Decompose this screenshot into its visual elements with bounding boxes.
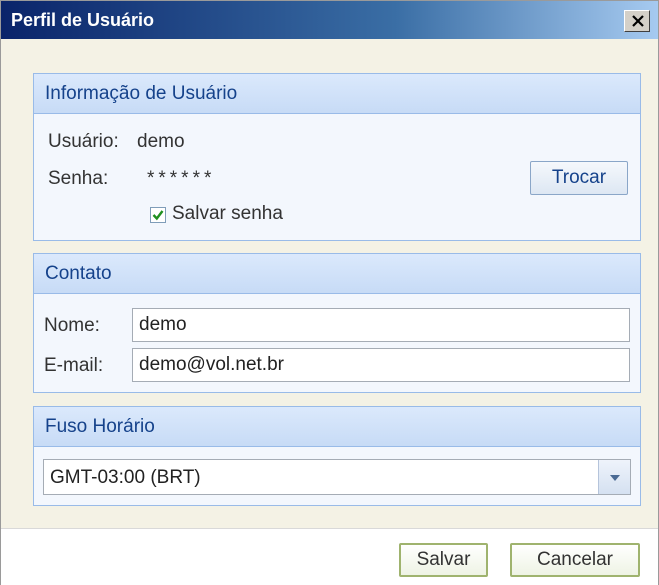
timezone-select[interactable]: GMT-03:00 (BRT) (43, 459, 631, 495)
user-label: Usuário: (48, 131, 119, 152)
dialog-footer: Salvar Cancelar (1, 528, 658, 585)
timezone-selected-value: GMT-03:00 (BRT) (50, 467, 201, 488)
save-password-label[interactable]: Salvar senha (172, 203, 283, 225)
timezone-panel: Fuso Horário GMT-03:00 (BRT) (33, 406, 641, 506)
window-title: Perfil de Usuário (11, 10, 155, 30)
chevron-down-icon (610, 475, 620, 481)
change-password-button[interactable]: Trocar (530, 161, 628, 195)
save-button[interactable]: Salvar (399, 543, 488, 577)
name-label: Nome: (44, 315, 100, 336)
user-value: demo (137, 131, 185, 152)
close-icon (632, 15, 644, 27)
close-button[interactable] (624, 10, 650, 32)
timezone-header: Fuso Horário (34, 407, 640, 447)
password-label: Senha: (48, 168, 109, 189)
email-field[interactable]: demo@vol.net.br (132, 348, 630, 382)
contact-panel: Contato Nome: demo E-mail: demo@vol.net.… (33, 253, 641, 393)
user-info-header: Informação de Usuário (34, 74, 640, 114)
checkmark-icon (152, 210, 164, 221)
email-label: E-mail: (44, 355, 104, 376)
contact-header: Contato (34, 254, 640, 294)
cancel-button[interactable]: Cancelar (510, 543, 640, 577)
user-info-panel: Informação de Usuário Usuário: demo Senh… (33, 73, 641, 241)
password-value: ****** (147, 168, 216, 189)
save-password-checkbox[interactable] (150, 207, 166, 223)
title-bar[interactable]: Perfil de Usuário (1, 1, 658, 39)
user-profile-dialog: Perfil de Usuário Informação de Usuário … (0, 0, 659, 585)
timezone-dropdown-button[interactable] (598, 460, 630, 494)
name-field[interactable]: demo (132, 308, 630, 342)
